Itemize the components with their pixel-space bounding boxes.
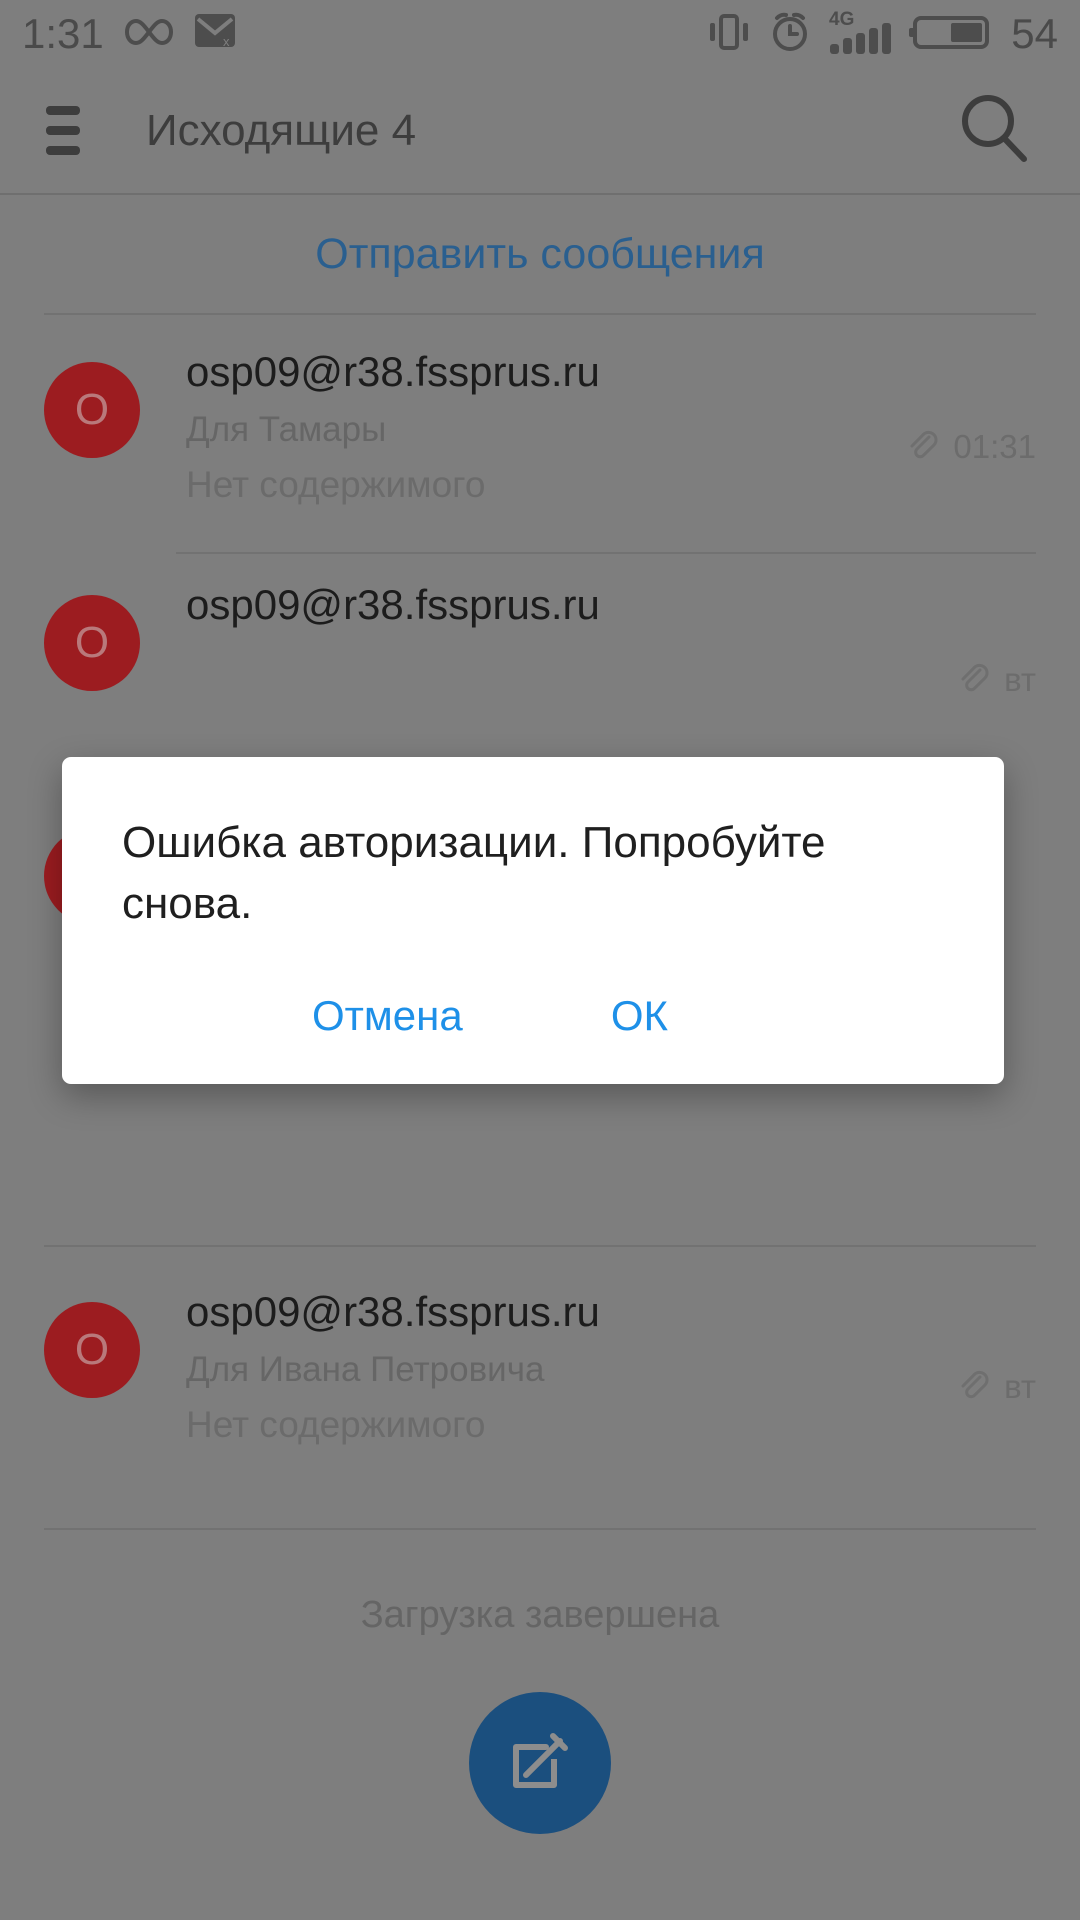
status-bar-right: 4G 54 (707, 8, 1058, 61)
ok-button[interactable]: ОК (611, 992, 668, 1040)
mail-sender: osp09@r38.fssprus.ru (186, 1288, 600, 1335)
mail-meta: вт (956, 587, 1036, 773)
mail-time: 01:31 (953, 428, 1036, 465)
avatar: O (44, 595, 140, 691)
attachment-icon (905, 428, 939, 467)
mail-meta: 01:31 (905, 354, 1036, 540)
svg-text:x: x (223, 34, 230, 49)
battery-icon (909, 10, 993, 59)
loading-status-text: Загрузка завершена (360, 1593, 720, 1636)
alarm-clock-icon (767, 9, 813, 60)
page-title: Исходящие 4 (146, 105, 417, 155)
compose-edit-icon (504, 1725, 576, 1802)
phone-screen: 1:31 x 4G 54 Исходящие 4 Отправить сообщ… (0, 0, 1080, 1920)
attachment-icon (956, 1368, 990, 1407)
divider (176, 552, 1036, 554)
send-messages-row[interactable]: Отправить сообщения (0, 195, 1080, 313)
mail-subject: Для Тамары (186, 410, 387, 450)
mail-preview: Нет содержимого (186, 464, 486, 506)
mail-time: вт (1004, 661, 1036, 698)
vibrate-icon (707, 11, 751, 58)
search-icon[interactable] (956, 90, 1032, 171)
mail-sender: osp09@r38.fssprus.ru (186, 581, 600, 628)
mail-time: вт (1004, 1368, 1036, 1405)
battery-percent-label: 54 (1011, 10, 1058, 57)
attachment-icon (956, 661, 990, 700)
mail-meta: вт (956, 1294, 1036, 1480)
compose-fab-button[interactable] (469, 1692, 611, 1834)
mail-body: osp09@r38.fssprus.ru Для Тамары Нет соде… (186, 348, 905, 540)
table-row[interactable]: O osp09@r38.fssprus.ru вт (0, 581, 1080, 773)
infinity-icon (122, 15, 176, 54)
mail-sender: osp09@r38.fssprus.ru (186, 348, 600, 395)
app-toolbar: Исходящие 4 (0, 68, 1080, 195)
divider (44, 313, 1036, 315)
mail-body: osp09@r38.fssprus.ru (186, 581, 956, 773)
avatar: O (44, 362, 140, 458)
mail-subject: Для Ивана Петровича (186, 1350, 545, 1390)
send-messages-link[interactable]: Отправить сообщения (315, 230, 764, 279)
svg-text:4G: 4G (829, 9, 854, 30)
status-bar: 1:31 x 4G 54 (0, 0, 1080, 68)
signal-bars-icon: 4G (829, 8, 893, 61)
mail-preview: Нет содержимого (186, 1404, 486, 1446)
table-row[interactable]: O osp09@r38.fssprus.ru Для Ивана Петрови… (0, 1288, 1080, 1480)
dialog-message: Ошибка авторизации. Попробуйте снова. (122, 818, 826, 928)
divider (44, 1528, 1036, 1530)
hamburger-menu-icon[interactable] (46, 106, 90, 155)
cancel-button[interactable]: Отмена (312, 992, 463, 1040)
dialog-actions: Отмена ОК (122, 934, 944, 1084)
unread-mail-icon: x (194, 12, 236, 57)
error-dialog: Ошибка авторизации. Попробуйте снова. От… (62, 757, 1004, 1085)
avatar: O (44, 1302, 140, 1398)
mail-body: osp09@r38.fssprus.ru Для Ивана Петровича… (186, 1288, 956, 1480)
table-row[interactable]: O osp09@r38.fssprus.ru Для Тамары Нет со… (0, 348, 1080, 540)
divider (44, 1245, 1036, 1247)
status-bar-clock: 1:31 (22, 10, 104, 57)
status-bar-left: 1:31 x (22, 12, 236, 57)
